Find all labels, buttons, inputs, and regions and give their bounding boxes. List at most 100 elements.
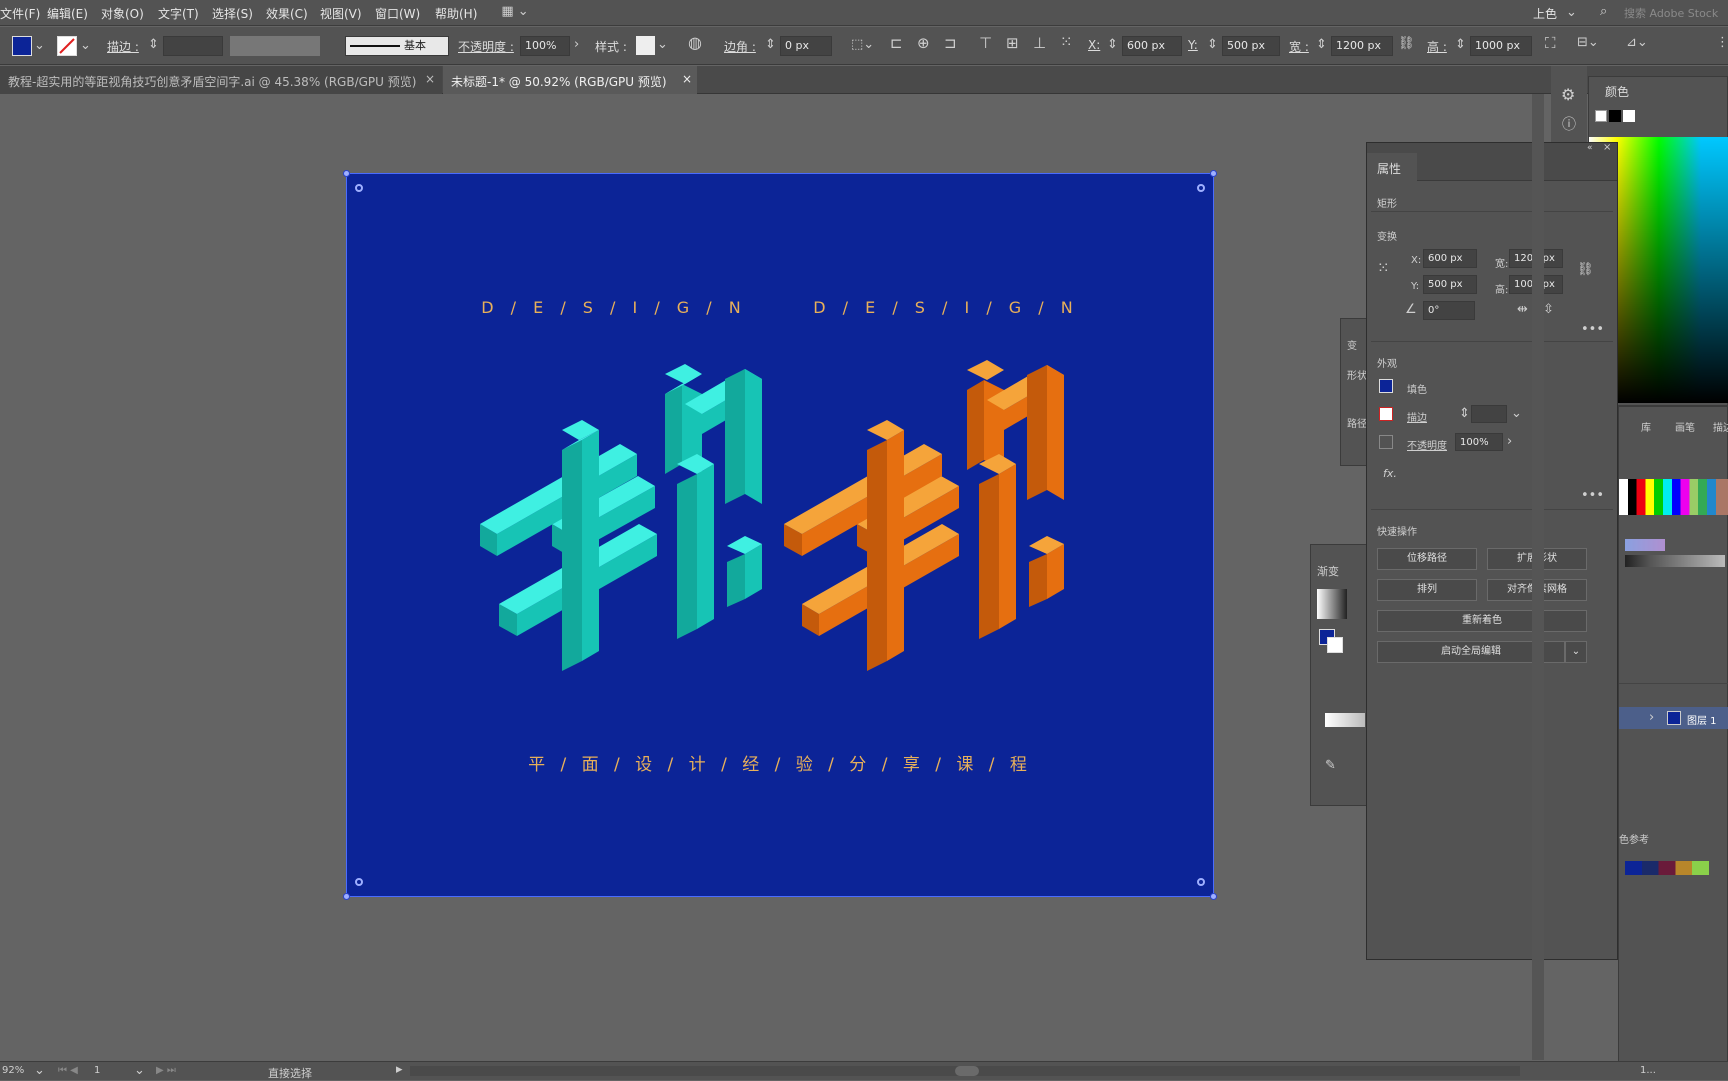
stroke-swatch[interactable]: [1327, 637, 1343, 653]
chevron-right-icon[interactable]: ›: [1507, 435, 1512, 449]
align-bottom-icon[interactable]: ⊥: [1033, 36, 1046, 51]
variable-width-field[interactable]: [230, 36, 320, 56]
y-field[interactable]: 500 px: [1423, 275, 1477, 294]
gradient-slider[interactable]: [1325, 713, 1365, 727]
info-icon[interactable]: ⓘ: [1562, 118, 1576, 132]
chevron-down-icon[interactable]: ⌄: [34, 39, 45, 53]
chevron-down-icon[interactable]: ⌄: [80, 39, 91, 53]
x-field[interactable]: 600 px: [1423, 249, 1477, 268]
align-right-icon[interactable]: ⊐: [944, 36, 957, 51]
fx-button[interactable]: fx.: [1383, 467, 1397, 480]
angle-field[interactable]: 0°: [1423, 301, 1475, 320]
menu-select[interactable]: 选择(S): [212, 5, 253, 22]
recolor-icon[interactable]: ◍: [688, 35, 702, 51]
chevron-down-icon[interactable]: ⌄: [657, 38, 668, 52]
corner-label[interactable]: 边角 :: [724, 38, 756, 55]
stepper-icon[interactable]: ⇕: [148, 38, 159, 52]
offset-path-button[interactable]: 位移路径: [1377, 548, 1477, 570]
h-label[interactable]: 高 :: [1427, 38, 1447, 55]
link-proportions-icon[interactable]: ⛓: [1398, 37, 1415, 51]
align-hcenter-icon[interactable]: ⊕: [917, 36, 930, 51]
page-nav-first-icon[interactable]: ⏮ ◀: [58, 1065, 78, 1076]
opacity-field[interactable]: 100%: [1455, 433, 1503, 451]
h-field[interactable]: 1000 px: [1470, 36, 1532, 56]
close-icon[interactable]: ×: [425, 72, 435, 86]
color-panel-title[interactable]: 颜色: [1605, 83, 1629, 100]
arrange-button[interactable]: 排列: [1377, 579, 1477, 601]
transform-icon[interactable]: ⛶: [1545, 36, 1556, 51]
artboard-number[interactable]: 1: [94, 1065, 100, 1076]
black-swatch[interactable]: [1609, 110, 1621, 122]
menu-help[interactable]: 帮助(H): [435, 5, 477, 22]
menu-edit[interactable]: 编辑(E): [47, 5, 88, 22]
corner-field[interactable]: 0 px: [780, 36, 832, 56]
eyedropper-icon[interactable]: ✎: [1325, 759, 1336, 773]
recolor-button[interactable]: 重新着色: [1377, 610, 1587, 632]
style-swatch[interactable]: [636, 36, 655, 55]
white-swatch[interactable]: [1623, 110, 1635, 122]
chevron-down-icon[interactable]: ⌄: [34, 1064, 45, 1078]
opacity-field[interactable]: 100%: [520, 36, 570, 56]
global-edit-dropdown[interactable]: ⌄: [1565, 641, 1587, 663]
stroke-weight-field[interactable]: [1471, 405, 1507, 423]
align-vcenter-icon[interactable]: ⊞: [1006, 36, 1019, 51]
brush-field[interactable]: 基本: [345, 36, 449, 56]
fill-swatch[interactable]: [1379, 379, 1393, 393]
y-label[interactable]: Y:: [1188, 38, 1198, 52]
link-proportions-icon[interactable]: ⛓: [1577, 263, 1594, 277]
close-icon[interactable]: ×: [682, 72, 692, 86]
gray-swatches[interactable]: [1625, 555, 1725, 567]
gradient-panel-title[interactable]: 渐变: [1317, 563, 1339, 579]
chevron-down-icon[interactable]: ⌄: [134, 1064, 145, 1078]
zoom-level[interactable]: 92%: [2, 1065, 24, 1076]
stepper-icon[interactable]: ⇕: [1459, 407, 1470, 421]
chevron-down-icon[interactable]: ⌄: [1566, 6, 1577, 20]
harmony-swatches[interactable]: [1625, 861, 1709, 875]
menu-effect[interactable]: 效果(C): [266, 5, 308, 22]
stock-search-input[interactable]: 搜索 Adobe Stock: [1624, 5, 1718, 21]
menu-view[interactable]: 视图(V): [320, 5, 362, 22]
workspace-switcher-icon[interactable]: ▦ ⌄: [500, 5, 530, 19]
align-left-icon[interactable]: ⊏: [890, 36, 903, 51]
swatch-grid[interactable]: [1619, 479, 1728, 515]
stepper-icon[interactable]: ⇕: [1107, 38, 1118, 52]
y-field[interactable]: 500 px: [1222, 36, 1280, 56]
opacity-label[interactable]: 不透明度 :: [458, 38, 514, 55]
stroke-swatch[interactable]: [57, 36, 77, 56]
isolate-icon[interactable]: ⊿⌄: [1626, 36, 1648, 50]
tab-untitled-doc[interactable]: 未标题-1* @ 50.92% (RGB/GPU 预览) ×: [443, 66, 697, 94]
tab-properties[interactable]: 属性: [1367, 153, 1417, 181]
x-field[interactable]: 600 px: [1122, 36, 1182, 56]
w-field[interactable]: 1200 px: [1331, 36, 1393, 56]
stepper-icon[interactable]: ⇕: [1455, 38, 1466, 52]
menu-window[interactable]: 窗口(W): [375, 5, 420, 22]
distribute-icon[interactable]: ⊟⌄: [1577, 36, 1599, 50]
scrollbar-thumb[interactable]: [955, 1066, 979, 1076]
more-options-icon[interactable]: •••: [1581, 323, 1604, 337]
stepper-icon[interactable]: ⇕: [765, 38, 776, 52]
stroke-weight-field[interactable]: [163, 36, 223, 56]
menu-object[interactable]: 对象(O): [101, 5, 144, 22]
chevron-right-icon[interactable]: ›: [574, 38, 579, 52]
page-nav-last-icon[interactable]: ▶ ⏭: [156, 1065, 176, 1076]
flip-horizontal-icon[interactable]: ⇹: [1517, 303, 1528, 317]
fill-swatch[interactable]: [12, 36, 32, 56]
gradient-swatch[interactable]: [1317, 589, 1347, 619]
stroke-label[interactable]: 描边: [1407, 409, 1427, 424]
tab-brushes[interactable]: 画笔: [1675, 419, 1695, 434]
x-label[interactable]: X:: [1088, 38, 1100, 52]
layer-row[interactable]: › 图层 1: [1619, 707, 1728, 729]
tab-libraries[interactable]: 库: [1641, 419, 1651, 434]
gear-icon[interactable]: ⚙: [1561, 87, 1575, 103]
panel-menu-icon[interactable]: ⋮: [1716, 36, 1728, 50]
chevron-right-icon[interactable]: ›: [1649, 711, 1654, 725]
more-options-icon[interactable]: •••: [1581, 489, 1604, 503]
opacity-label[interactable]: 不透明度: [1407, 437, 1447, 452]
vertical-scrollbar[interactable]: [1532, 94, 1544, 1060]
none-swatch[interactable]: [1595, 110, 1607, 122]
reference-point-icon[interactable]: ⁙: [1377, 261, 1390, 276]
reference-point-icon[interactable]: ⁙: [1060, 35, 1073, 50]
color-guide-title[interactable]: 色参考: [1619, 831, 1649, 846]
menu-type[interactable]: 文字(T): [158, 5, 199, 22]
flip-vertical-icon[interactable]: ⇳: [1543, 303, 1554, 317]
